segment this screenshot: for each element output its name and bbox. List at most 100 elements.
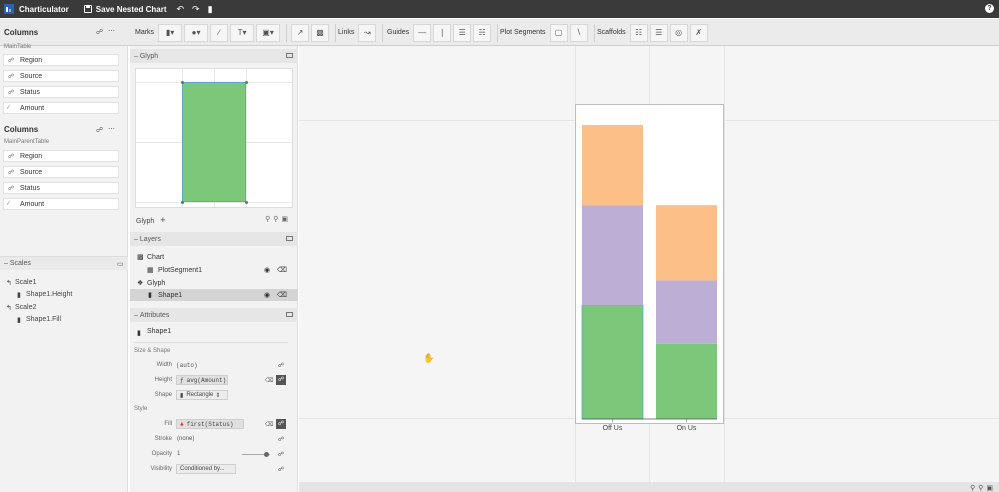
- link-table-icon[interactable]: ☍: [96, 28, 103, 36]
- bar-segment-off-us-2[interactable]: [582, 124, 643, 206]
- link-button[interactable]: ↝: [358, 23, 377, 42]
- opacity-value[interactable]: 1: [177, 451, 180, 457]
- minimize-icon[interactable]: [286, 53, 293, 58]
- minimize-icon[interactable]: ▭: [117, 260, 124, 268]
- bind-data-icon[interactable]: ☍: [278, 451, 284, 458]
- attributes-panel-header[interactable]: – Attributes: [130, 308, 298, 322]
- help-icon[interactable]: ?: [985, 4, 994, 13]
- column-amount[interactable]: ∕ Amount: [3, 198, 119, 210]
- width-value[interactable]: (auto): [176, 362, 198, 369]
- glyph-shape1-rect[interactable]: [182, 82, 246, 202]
- column-source[interactable]: ☍ Source: [3, 166, 119, 178]
- erase-icon[interactable]: ⌫: [277, 266, 287, 274]
- column-region[interactable]: ☍ Region: [3, 54, 119, 66]
- resize-handle[interactable]: [245, 81, 248, 84]
- glyph-zoom-controls[interactable]: ⚲⚲▣: [265, 215, 291, 223]
- layer-glyph[interactable]: ❖ Glyph: [130, 277, 298, 289]
- region-plot-segment-button[interactable]: ▢: [549, 23, 568, 42]
- opacity-slider-knob[interactable]: [264, 452, 269, 457]
- curve-scaffold-button[interactable]: ✗: [689, 23, 708, 42]
- bar-segment-on-us-1[interactable]: [656, 280, 717, 344]
- height-value-field[interactable]: ƒ avg(Amount): [176, 375, 228, 385]
- minimize-icon[interactable]: [286, 312, 293, 317]
- palette-icon: ♣: [180, 420, 184, 428]
- bar-segment-on-us-2[interactable]: [656, 205, 717, 281]
- scale-item-scale1[interactable]: Scale1: [15, 279, 36, 286]
- resize-handle[interactable]: [181, 81, 184, 84]
- erase-binding-icon[interactable]: ⌫: [265, 377, 273, 384]
- column-amount[interactable]: ∕ Amount: [3, 102, 119, 114]
- links-label: Links: [338, 29, 355, 36]
- bind-data-icon[interactable]: ☍: [278, 466, 284, 473]
- column-region[interactable]: ☍ Region: [3, 150, 119, 162]
- visibility-eye-icon[interactable]: ◉: [264, 291, 270, 299]
- scale-target[interactable]: Shape1.Height: [26, 291, 72, 298]
- rect-mark-button[interactable]: ▮▾: [158, 23, 183, 42]
- polar-scaffold-button[interactable]: ◎: [669, 23, 688, 42]
- symbol-mark-button[interactable]: ●▾: [184, 23, 209, 42]
- scales-header[interactable]: – Scales: [0, 256, 128, 270]
- layer-chart[interactable]: ▩ Chart: [130, 251, 298, 263]
- link-table-icon[interactable]: ☍: [96, 126, 103, 134]
- canvas-zoom-controls[interactable]: ⚲⚲▣: [970, 484, 996, 492]
- resize-handle[interactable]: [181, 201, 184, 204]
- nested-chart-button[interactable]: ▩: [311, 23, 330, 42]
- resize-handle[interactable]: [245, 201, 248, 204]
- vertical-scaffold-button[interactable]: ☰: [649, 23, 668, 42]
- save-nested-chart-button[interactable]: Save Nested Chart: [96, 5, 167, 14]
- guide-coordinator-x-button[interactable]: ☰: [453, 23, 472, 42]
- guide-y-button[interactable]: ❘: [433, 23, 452, 42]
- status-bar: [299, 482, 999, 492]
- glyph-tab[interactable]: Glyph +: [136, 215, 166, 225]
- plot-segments-label: Plot Segments: [500, 29, 546, 36]
- erase-binding-icon[interactable]: ⌫: [265, 421, 273, 428]
- column-status[interactable]: ☍ Status: [3, 86, 119, 98]
- stroke-value[interactable]: (none): [177, 436, 194, 442]
- bar-segment-off-us-0[interactable]: [581, 304, 644, 420]
- line-plot-segment-button[interactable]: ∖: [569, 23, 588, 42]
- delete-icon[interactable]: ▮: [208, 4, 213, 15]
- layer-shape1[interactable]: ▮ Shape1 ◉ ⌫: [130, 289, 298, 301]
- bind-data-icon[interactable]: ☍: [278, 362, 284, 369]
- style-heading: Style: [134, 406, 148, 412]
- undo-icon[interactable]: ↶: [177, 4, 185, 15]
- line-mark-button[interactable]: ∕: [210, 23, 229, 42]
- text-mark-button[interactable]: T▾: [230, 23, 255, 42]
- guide-coordinator-y-button[interactable]: ☵: [473, 23, 492, 42]
- column-status[interactable]: ☍ Status: [3, 182, 119, 194]
- layers-panel-header[interactable]: – Layers: [130, 232, 298, 246]
- scale-target[interactable]: Shape1.Fill: [26, 316, 61, 323]
- categorical-icon: ☍: [8, 89, 15, 96]
- bar-segment-on-us-0[interactable]: [656, 343, 717, 419]
- more-icon[interactable]: ⋯: [108, 125, 115, 133]
- icon-mark-button[interactable]: ▣▾: [256, 23, 281, 42]
- x-axis-tick-label: On Us: [677, 425, 697, 432]
- bind-data-icon-active[interactable]: ☍: [276, 375, 286, 385]
- bar-segment-off-us-1[interactable]: [582, 205, 643, 306]
- layer-plot-segment[interactable]: ▦ PlotSegment1 ◉ ⌫: [130, 264, 298, 276]
- minimize-icon[interactable]: [286, 236, 293, 241]
- save-icon[interactable]: [83, 5, 92, 13]
- chart-canvas[interactable]: Off Us On Us ✋ ⚲⚲▣: [299, 46, 999, 492]
- chart-frame[interactable]: Off Us On Us: [575, 104, 724, 432]
- glyph-editor-canvas[interactable]: [135, 68, 293, 208]
- visibility-eye-icon[interactable]: ◉: [264, 266, 270, 274]
- erase-icon[interactable]: ⌫: [277, 291, 287, 299]
- bind-data-icon[interactable]: ☍: [278, 436, 284, 443]
- horizontal-scaffold-button[interactable]: ☷: [629, 23, 648, 42]
- guide-x-button[interactable]: —: [413, 23, 432, 42]
- column-source[interactable]: ☍ Source: [3, 70, 119, 82]
- more-icon[interactable]: ⋯: [108, 27, 115, 35]
- scale-item-scale2[interactable]: Scale2: [15, 304, 36, 311]
- bind-data-icon-active[interactable]: ☍: [276, 419, 286, 429]
- glyph-panel-header[interactable]: – Glyph: [130, 49, 298, 63]
- fill-value-field[interactable]: ♣ first(Status): [176, 419, 244, 429]
- visibility-button[interactable]: Conditioned by...: [176, 464, 236, 474]
- data-axis-button[interactable]: ↗: [291, 23, 310, 42]
- stacked-bar-chart[interactable]: Off Us On Us: [576, 105, 725, 435]
- shape-select[interactable]: ▮ Rectangle ⇕: [176, 390, 228, 400]
- add-glyph-button[interactable]: +: [160, 215, 165, 225]
- redo-icon[interactable]: ↷: [192, 4, 200, 15]
- separator: [286, 23, 288, 42]
- dataset-subtitle: MainParentTable: [4, 139, 50, 145]
